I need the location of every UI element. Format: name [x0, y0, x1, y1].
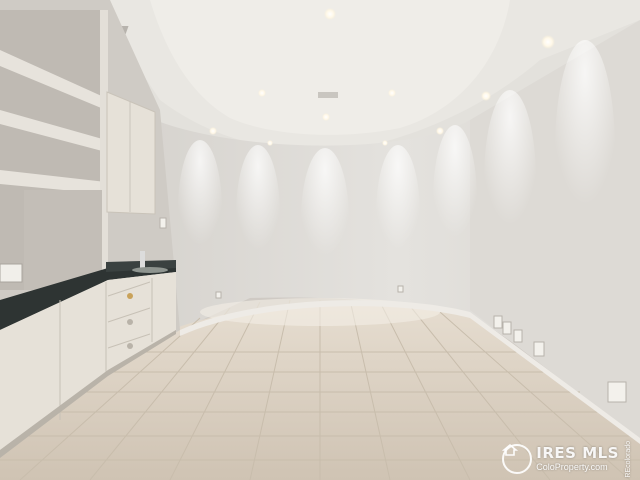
- drawer-knob: [127, 293, 133, 299]
- recessed-light: [258, 89, 266, 97]
- faucet: [140, 251, 145, 269]
- outlet: [533, 341, 545, 357]
- outlet: [397, 285, 404, 293]
- outlet: [513, 329, 523, 343]
- recessed-light: [267, 140, 273, 146]
- watermark-site: ColoProperty.com: [536, 462, 608, 472]
- outlet: [0, 263, 23, 283]
- outlet: [493, 315, 503, 329]
- recessed-light: [541, 35, 555, 49]
- vent: [318, 92, 338, 98]
- drawer-knob: [127, 343, 133, 349]
- room-photo: IRES MLS ColoProperty.com REcolorado: [0, 0, 640, 480]
- light-wash: [376, 145, 420, 285]
- light-wash: [555, 40, 615, 260]
- light-wash: [433, 125, 477, 275]
- light-wash: [484, 90, 536, 270]
- sink: [132, 267, 168, 273]
- room-illustration: [0, 0, 640, 480]
- watermark-text: IRES MLS ColoProperty.com: [536, 446, 619, 472]
- outlet: [502, 321, 512, 335]
- recessed-light: [382, 140, 388, 146]
- recessed-light: [324, 8, 336, 20]
- light-wash: [178, 140, 222, 280]
- outlet: [607, 381, 627, 403]
- light-wash: [301, 148, 349, 292]
- recessed-light: [322, 113, 330, 121]
- recessed-light: [481, 91, 491, 101]
- recessed-light: [388, 89, 396, 97]
- light-switch: [159, 217, 167, 229]
- recessed-light: [436, 127, 444, 135]
- outlet: [215, 291, 222, 299]
- light-wash: [236, 145, 280, 285]
- upper-cabinet: [106, 91, 156, 215]
- recessed-light: [209, 127, 217, 135]
- house-icon: [502, 443, 533, 474]
- watermark-side-text: REcolorado: [625, 440, 632, 478]
- drawer-knob: [127, 319, 133, 325]
- watermark-brand: IRES MLS: [536, 444, 619, 462]
- mls-watermark: IRES MLS ColoProperty.com REcolorado: [502, 440, 632, 478]
